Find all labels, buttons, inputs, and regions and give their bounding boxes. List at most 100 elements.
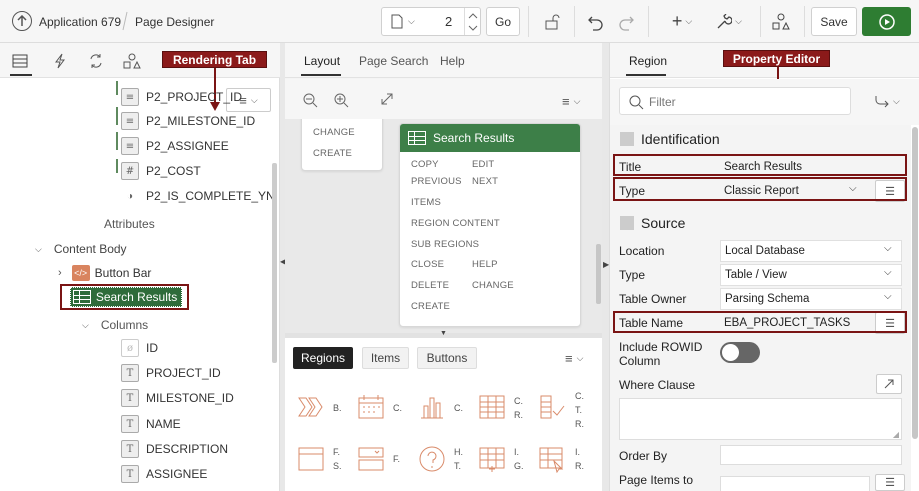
collapse-icon[interactable] [620,216,634,230]
tree-column-assignee[interactable]: T ASSIGNEE [121,464,207,484]
include-rowid-toggle[interactable] [720,342,760,363]
position-change[interactable]: CHANGE [472,280,514,291]
position-delete[interactable]: DELETE [411,280,449,291]
search-results-region-card[interactable]: Search Results COPY EDIT PREVIOUS NEXT I… [399,123,581,327]
chart-region-icon[interactable] [418,393,446,421]
rendering-tab-icon[interactable] [12,54,28,68]
chevron-right-icon[interactable]: › [58,267,62,279]
save-button[interactable]: Save [811,7,857,36]
where-clause-expand-button[interactable] [876,374,902,394]
property-editor-scrollbar[interactable] [912,127,918,439]
filter-input[interactable]: Filter [619,87,851,115]
chevron-down-icon[interactable]: ⌵ [884,243,892,254]
breadcrumb-application[interactable]: Application 679 [39,15,121,29]
go-to-group-button[interactable]: ⌵ [874,94,900,108]
position-create[interactable]: CREATE [411,301,450,312]
up-arrow-icon[interactable] [12,11,32,31]
run-page-button[interactable] [862,7,911,36]
faceted-search-icon[interactable] [357,445,385,473]
tree-column-milestone-id[interactable]: T MILESTONE_ID [121,388,234,408]
tab-region[interactable]: Region [629,54,667,68]
position-next[interactable]: NEXT [472,176,498,187]
page-selector[interactable]: ⌵ 2 [381,7,481,36]
tree-attributes[interactable]: Attributes [104,215,155,233]
lock-icon[interactable] [539,7,565,36]
tree-button-bar[interactable]: › </> Button Bar [58,263,151,283]
position-help[interactable]: HELP [472,259,498,270]
tree-column-description[interactable]: T DESCRIPTION [121,439,228,459]
chevron-down-icon[interactable]: ⌵ [884,291,892,302]
shared-components-tab-icon[interactable] [123,53,141,69]
collapse-down-icon[interactable]: ▼ [440,330,447,337]
source-group-header[interactable]: Source [620,215,685,231]
zoom-out-icon[interactable] [302,92,318,108]
resize-handle-icon[interactable]: ◢ [893,430,899,439]
identification-group-header[interactable]: Identification [620,131,720,147]
form-region-icon[interactable] [297,445,325,473]
right-splitter[interactable]: ▶ [602,43,609,491]
dynamic-actions-tab-icon[interactable] [53,53,67,69]
expand-icon[interactable] [380,92,394,106]
stepper-icon[interactable] [468,12,478,32]
checklist-report-icon[interactable] [538,393,566,421]
position-edit[interactable]: EDIT [472,159,494,170]
go-button[interactable]: Go [486,7,520,36]
zoom-in-icon[interactable] [333,92,349,108]
button-bar-region-card[interactable]: CHANGE CREATE [301,119,383,171]
help-text-icon[interactable] [418,445,446,473]
gallery-panel: Regions Items Buttons ≡ ⌵ B. C. C. C. R. C… [285,338,602,491]
layout-menu-button[interactable]: ≡ ⌵ [562,94,580,109]
chevron-down-icon: ⌵ [576,353,584,363]
shared-components-icon[interactable] [769,7,793,36]
tree-item-p2-milestone-id[interactable]: ≡ P2_MILESTONE_ID [121,110,255,132]
left-scrollbar[interactable] [272,163,277,363]
gallery-tab-items[interactable]: Items [362,347,409,369]
chevron-down-icon: ⌵ [735,16,742,26]
interactive-report-icon[interactable] [538,445,566,473]
order-by-field[interactable] [720,445,902,465]
collapse-icon[interactable] [620,132,634,146]
canvas-scrollbar[interactable] [596,244,601,304]
tree-item-p2-cost[interactable]: # P2_COST [121,160,201,182]
position-previous[interactable]: PREVIOUS [411,176,462,187]
location-select[interactable]: Local Database [720,240,902,262]
page-items-list-button[interactable]: ☰ [875,474,905,491]
chevron-down-icon[interactable]: ⌵ [82,320,89,331]
gallery-tab-buttons[interactable]: Buttons [417,347,477,369]
tree-item-p2-is-complete-yn[interactable]: ◑ P2_IS_COMPLETE_YN [121,185,275,207]
tab-page-search[interactable]: Page Search [359,54,428,68]
gallery-menu-button[interactable]: ≡ ⌵ [565,351,583,366]
create-menu-button[interactable]: + ⌵ [666,7,698,36]
tree-content-body[interactable]: ⌵ Content Body [35,240,127,258]
page-number-input[interactable]: 2 [445,14,452,29]
chevron-down-icon[interactable]: ⌵ [884,267,892,278]
position-region-content[interactable]: REGION CONTENT [411,218,500,229]
classic-report-icon[interactable] [478,393,506,421]
interactive-grid-icon[interactable] [478,445,506,473]
tree-item-p2-project-id[interactable]: ≡ P2_PROJECT_ID [121,86,242,108]
table-owner-select[interactable]: Parsing Schema [720,288,902,310]
chevron-down-icon[interactable]: ⌵ [35,244,42,255]
where-clause-textarea[interactable]: ◢ [619,398,902,440]
layout-canvas[interactable]: CHANGE CREATE Search Results COPY EDIT P… [285,119,602,333]
redo-icon[interactable] [614,7,638,36]
tab-layout[interactable]: Layout [304,54,340,68]
position-items[interactable]: ITEMS [411,197,441,208]
calendar-region-icon[interactable] [357,393,385,421]
page-items-field[interactable] [720,476,870,491]
undo-icon[interactable] [584,7,608,36]
position-copy[interactable]: COPY [411,159,439,170]
position-sub-regions[interactable]: SUB REGIONS [411,239,479,250]
gallery-tab-regions[interactable]: Regions [293,347,353,369]
tree-column-name[interactable]: T NAME [121,414,181,434]
processing-tab-icon[interactable] [88,53,104,69]
utilities-menu-button[interactable]: ⌵ [713,7,745,36]
tree-column-id[interactable]: ø ID [121,338,158,358]
source-type-select[interactable]: Table / View [720,264,902,286]
breadcrumb-region-icon[interactable] [297,393,325,421]
tab-help[interactable]: Help [440,54,465,68]
tree-column-project-id[interactable]: T PROJECT_ID [121,363,221,383]
tree-columns[interactable]: ⌵ Columns [82,316,148,334]
tree-item-p2-assignee[interactable]: ≡ P2_ASSIGNEE [121,135,229,157]
position-close[interactable]: CLOSE [411,259,444,270]
